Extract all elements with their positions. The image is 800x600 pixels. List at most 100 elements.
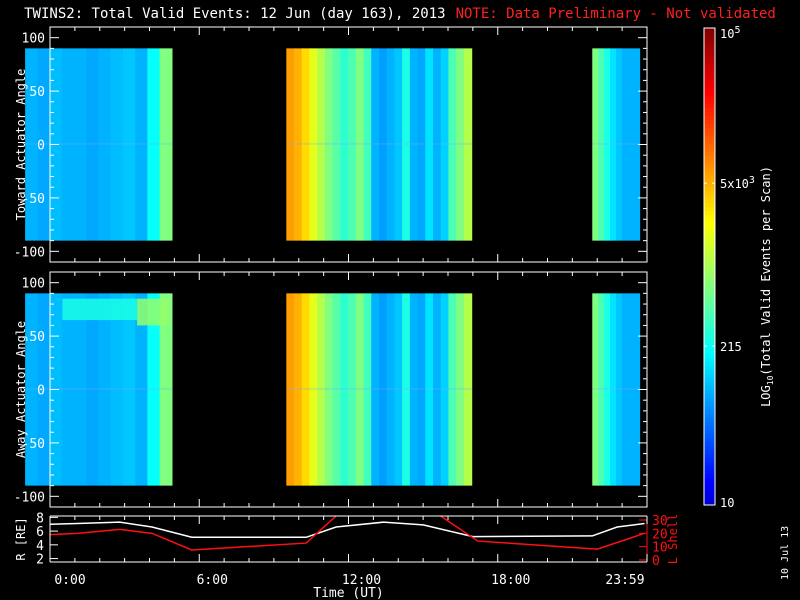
colorbar-cell: [704, 143, 715, 148]
colorbar-tick-label: 105: [720, 25, 740, 41]
colorbar-cell: [704, 330, 715, 335]
colorbar-cell: [704, 409, 715, 415]
colorbar-cell: [704, 103, 715, 108]
colorbar-cell: [704, 353, 715, 359]
y-left-tick-label: 6: [36, 525, 44, 540]
colorbar-cell: [704, 222, 715, 228]
r-distance-line: [50, 521, 645, 539]
colorbar-cell: [704, 381, 715, 387]
y-tick-label: 100: [22, 32, 45, 47]
colorbar-cell: [704, 214, 715, 220]
colorbar-cell: [704, 365, 715, 371]
y-right-tick-label: 0: [652, 554, 660, 569]
colorbar-cell: [704, 87, 715, 93]
colorbar-cell: [704, 190, 715, 196]
colorbar-cell: [704, 298, 715, 303]
y-left-axis-label: R [RE]: [14, 517, 28, 560]
colorbar-cell: [704, 338, 715, 343]
colorbar-cell: [704, 155, 715, 160]
colorbar-cell: [704, 194, 715, 200]
colorbar-cell: [704, 175, 715, 180]
colorbar-cell: [704, 183, 715, 188]
y-left-tick-label: 2: [36, 553, 44, 568]
colorbar-cell: [704, 393, 715, 399]
colorbar-cell: [704, 163, 715, 168]
y-tick-label: 0: [37, 384, 45, 399]
colorbar-cell: [704, 473, 715, 478]
colorbar-cell: [704, 349, 715, 355]
colorbar-cell: [704, 131, 715, 136]
away-panel: 100500-50-100Away Actuator Angle: [14, 271, 648, 508]
y-tick-label: 50: [29, 85, 45, 100]
colorbar-cell: [704, 135, 715, 140]
colorbar-cell: [704, 187, 715, 192]
y-tick-label: 0: [37, 139, 45, 154]
colorbar-cell: [704, 258, 715, 264]
colorbar-cell: [704, 28, 715, 33]
x-tick-label: 6:00: [197, 573, 228, 588]
colorbar-cell: [704, 445, 715, 450]
colorbar-cell: [704, 421, 715, 426]
colorbar-cell: [704, 99, 715, 105]
y-left-tick-label: 4: [36, 539, 44, 554]
colorbar-cell: [704, 397, 715, 403]
colorbar-cell: [704, 437, 715, 442]
colorbar-cell: [704, 361, 715, 367]
colorbar-cell: [704, 282, 715, 287]
colorbar-cell: [704, 246, 715, 252]
colorbar-cell: [704, 147, 715, 152]
colorbar-cell: [704, 433, 715, 438]
colorbar-cell: [704, 262, 715, 267]
colorbar-cell: [704, 119, 715, 124]
colorbar-cell: [704, 385, 715, 391]
colorbar-cell: [704, 67, 715, 73]
colorbar-cell: [704, 202, 715, 208]
colorbar-cell: [704, 314, 715, 319]
spectrogram-patch: [137, 298, 170, 326]
colorbar-cell: [704, 449, 715, 454]
x-tick-label: 23:59: [605, 573, 644, 588]
colorbar-cell: [704, 302, 715, 307]
colorbar-cell: [704, 266, 715, 271]
colorbar-cell: [704, 250, 715, 256]
colorbar-cell: [704, 497, 715, 502]
colorbar-cell: [704, 286, 715, 291]
colorbar-cell: [704, 441, 715, 446]
colorbar-cell: [704, 326, 715, 331]
spectrogram-zero-band: [592, 387, 640, 390]
colorbar-cell: [704, 457, 715, 462]
colorbar-cell: [704, 290, 715, 295]
colorbar-cell: [704, 171, 715, 176]
colorbar-cell: [704, 465, 715, 470]
spectrogram-zero-band: [592, 142, 640, 145]
colorbar-cell: [704, 461, 715, 466]
ephemeris-panel: 246801020300:00 6:00 12:00 18:00 23:59Time (…: [14, 511, 680, 600]
colorbar-cell: [704, 294, 715, 299]
y-tick-label: -100: [14, 490, 45, 505]
colorbar-cell: [704, 485, 715, 490]
colorbar-cell: [704, 334, 715, 339]
y-left-tick-label: 8: [36, 511, 44, 526]
colorbar-cell: [704, 377, 715, 383]
colorbar-cell: [704, 159, 715, 164]
l-shell-line: [50, 516, 337, 551]
colorbar-cell: [704, 218, 715, 224]
colorbar-cell: [704, 35, 715, 41]
colorbar-cell: [704, 270, 715, 275]
spectrogram-zero-band: [25, 142, 172, 145]
x-axis-label: Time (UT): [313, 586, 383, 600]
colorbar-cell: [704, 405, 715, 411]
colorbar-cell: [704, 306, 715, 311]
colorbar-cell: [704, 417, 715, 423]
colorbar-cell: [704, 107, 715, 112]
colorbar-cell: [704, 198, 715, 204]
colorbar-cell: [704, 234, 715, 240]
colorbar-cell: [704, 242, 715, 248]
colorbar-cell: [704, 401, 715, 407]
colorbar-cell: [704, 413, 715, 419]
colorbar-cell: [704, 310, 715, 315]
colorbar-cell: [704, 493, 715, 498]
colorbar-cell: [704, 47, 715, 53]
colorbar-cell: [704, 55, 715, 61]
colorbar-cell: [704, 59, 715, 65]
